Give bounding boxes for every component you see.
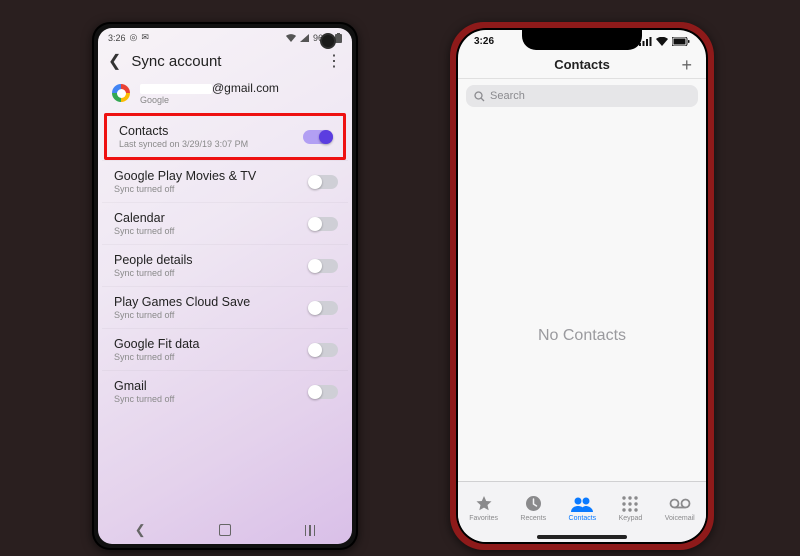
home-indicator[interactable] xyxy=(537,535,627,539)
row-subtitle: Sync turned off xyxy=(114,310,308,320)
keypad-icon xyxy=(622,495,638,513)
voicemail-icon xyxy=(669,495,691,513)
nav-recents-icon[interactable] xyxy=(305,525,316,536)
sync-row-people[interactable]: People detailsSync turned off xyxy=(102,244,348,286)
toggle-calendar[interactable] xyxy=(308,217,338,231)
android-status-bar: 3:26 ◎ ✉ 96% xyxy=(98,28,352,45)
add-contact-button[interactable]: + xyxy=(681,55,692,76)
tab-label: Keypad xyxy=(619,515,643,522)
android-phone-frame: 3:26 ◎ ✉ 96% ❮ Sync account ⋮ @gmail.com… xyxy=(92,22,358,550)
row-subtitle: Sync turned off xyxy=(114,226,308,236)
android-header: ❮ Sync account ⋮ xyxy=(98,45,352,81)
iphone-frame: 3:26 Contacts + Search No Contacts xyxy=(450,22,714,550)
toggle-gmail[interactable] xyxy=(308,385,338,399)
iphone-screen: 3:26 Contacts + Search No Contacts xyxy=(458,30,706,542)
clock-icon xyxy=(525,495,542,513)
message-status-icon: ✉ xyxy=(141,32,149,43)
toggle-movies[interactable] xyxy=(308,175,338,189)
account-row[interactable]: @gmail.com Google xyxy=(98,81,352,113)
sync-row-movies[interactable]: Google Play Movies & TVSync turned off xyxy=(102,160,348,202)
toggle-playgames[interactable] xyxy=(308,301,338,315)
sync-list: ContactsLast synced on 3/29/19 3:07 PM G… xyxy=(98,113,352,412)
wifi-icon xyxy=(286,34,296,42)
nav-home-icon[interactable] xyxy=(219,524,231,536)
status-time: 3:26 xyxy=(108,33,126,43)
android-nav-bar: ❮ xyxy=(98,516,352,544)
contacts-icon xyxy=(571,495,593,513)
google-logo-icon xyxy=(112,84,130,102)
sync-row-calendar[interactable]: CalendarSync turned off xyxy=(102,202,348,244)
sync-row-playgames[interactable]: Play Games Cloud SaveSync turned off xyxy=(102,286,348,328)
row-title: Google Play Movies & TV xyxy=(114,169,308,183)
row-title: People details xyxy=(114,253,308,267)
page-title: Contacts xyxy=(554,57,610,72)
sync-row-contacts[interactable]: ContactsLast synced on 3/29/19 3:07 PM xyxy=(104,113,346,160)
back-icon[interactable]: ❮ xyxy=(108,51,121,71)
page-title: Sync account xyxy=(131,53,221,70)
iphone-notch xyxy=(522,30,642,50)
iphone-tab-bar: Favorites Recents Contacts Keypad xyxy=(458,481,706,542)
row-title: Contacts xyxy=(119,124,303,138)
row-subtitle: Sync turned off xyxy=(114,352,308,362)
iphone-bezel: 3:26 Contacts + Search No Contacts xyxy=(456,28,708,544)
tab-label: Contacts xyxy=(569,515,597,522)
star-icon xyxy=(475,495,493,513)
front-camera-cutout xyxy=(320,33,336,49)
account-email-suffix: @gmail.com xyxy=(212,81,279,95)
tab-contacts[interactable]: Contacts xyxy=(569,495,597,522)
wifi-icon xyxy=(656,37,668,46)
camera-status-icon: ◎ xyxy=(130,32,138,43)
row-title: Play Games Cloud Save xyxy=(114,295,308,309)
tab-keypad[interactable]: Keypad xyxy=(619,495,643,522)
toggle-people[interactable] xyxy=(308,259,338,273)
sync-row-gmail[interactable]: GmailSync turned off xyxy=(102,370,348,412)
nav-back-icon[interactable]: ❮ xyxy=(135,522,146,538)
tab-voicemail[interactable]: Voicemail xyxy=(665,495,695,522)
status-time: 3:26 xyxy=(474,36,494,47)
toggle-fit[interactable] xyxy=(308,343,338,357)
empty-state-text: No Contacts xyxy=(458,327,706,345)
row-title: Gmail xyxy=(114,379,308,393)
tab-label: Voicemail xyxy=(665,515,695,522)
toggle-contacts[interactable] xyxy=(303,130,333,144)
battery-icon xyxy=(335,33,342,43)
signal-icon xyxy=(300,34,309,42)
account-provider: Google xyxy=(140,95,279,105)
tab-recents[interactable]: Recents xyxy=(520,495,546,522)
row-title: Calendar xyxy=(114,211,308,225)
search-placeholder: Search xyxy=(490,90,525,102)
redacted-email-user xyxy=(140,84,212,94)
account-text: @gmail.com Google xyxy=(140,81,279,105)
tab-label: Recents xyxy=(520,515,546,522)
search-icon xyxy=(474,91,485,102)
row-subtitle: Sync turned off xyxy=(114,268,308,278)
row-subtitle: Sync turned off xyxy=(114,184,308,194)
sync-row-fit[interactable]: Google Fit dataSync turned off xyxy=(102,328,348,370)
row-subtitle: Sync turned off xyxy=(114,394,308,404)
row-title: Google Fit data xyxy=(114,337,308,351)
tab-label: Favorites xyxy=(469,515,498,522)
battery-icon xyxy=(672,37,690,46)
search-field[interactable]: Search xyxy=(466,85,698,107)
row-subtitle: Last synced on 3/29/19 3:07 PM xyxy=(119,139,303,149)
android-screen: 3:26 ◎ ✉ 96% ❮ Sync account ⋮ @gmail.com… xyxy=(98,28,352,544)
tab-favorites[interactable]: Favorites xyxy=(469,495,498,522)
stage: 3:26 ◎ ✉ 96% ❮ Sync account ⋮ @gmail.com… xyxy=(0,0,800,556)
more-icon[interactable]: ⋮ xyxy=(326,51,342,71)
iphone-header: Contacts + xyxy=(458,47,706,79)
